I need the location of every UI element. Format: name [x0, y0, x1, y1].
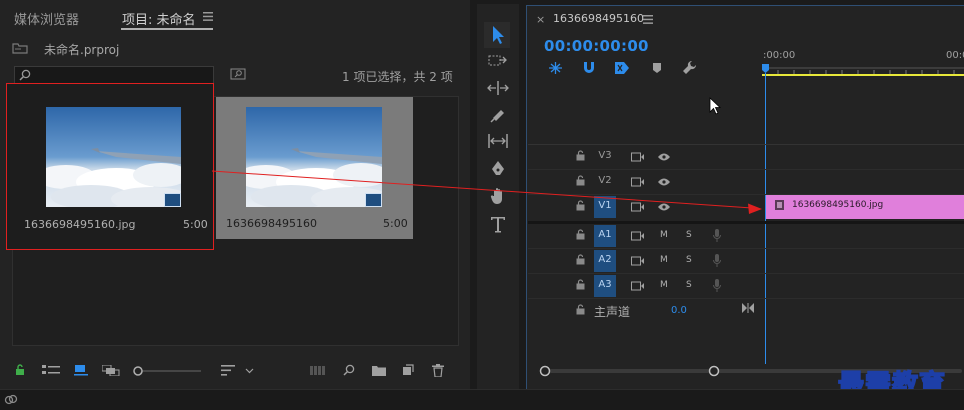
solo-button[interactable]: S: [686, 255, 692, 265]
lock-icon[interactable]: [576, 254, 585, 265]
search-icon: [19, 69, 31, 81]
track-v2: V2: [528, 170, 762, 194]
microphone-icon[interactable]: [713, 279, 721, 292]
track-select-tool-icon[interactable]: [488, 54, 508, 68]
lock-icon[interactable]: [576, 175, 585, 186]
pen-tool-icon[interactable]: [490, 160, 506, 178]
selection-tool-button[interactable]: [484, 22, 510, 48]
microphone-icon[interactable]: [713, 254, 721, 267]
sync-lock-icon[interactable]: [631, 281, 645, 291]
mute-button[interactable]: M: [660, 280, 668, 290]
track-a2: A2 M S: [528, 249, 762, 273]
sync-lock-icon[interactable]: [631, 152, 645, 162]
tools-panel: [477, 4, 519, 389]
lock-icon[interactable]: [576, 150, 585, 161]
solo-button[interactable]: S: [686, 280, 692, 290]
microphone-icon[interactable]: [713, 229, 721, 242]
project-item-1[interactable]: 1636698495160.jpg 5:00: [6, 83, 214, 250]
mouse-cursor-icon: [709, 97, 721, 115]
automate-to-sequence-icon[interactable]: [310, 366, 326, 375]
folder-up-icon[interactable]: [12, 42, 28, 54]
track-label[interactable]: V2: [594, 175, 616, 186]
eye-icon[interactable]: [657, 177, 671, 187]
project-item-duration: 5:00: [383, 217, 408, 230]
selection-status: 1 项已选择，共 2 项: [342, 70, 453, 84]
sequence-tab[interactable]: 1636698495160: [553, 12, 644, 25]
track-label[interactable]: A3: [594, 279, 616, 290]
lock-icon[interactable]: [576, 229, 585, 240]
find-icon[interactable]: [343, 364, 355, 376]
track-label[interactable]: V1: [594, 200, 616, 211]
hand-tool-icon[interactable]: [490, 187, 506, 205]
wrench-icon[interactable]: [682, 60, 698, 76]
project-item-name: 1636698495160: [226, 217, 317, 230]
lock-icon[interactable]: [576, 200, 585, 211]
sync-lock-icon[interactable]: [631, 256, 645, 266]
linked-selection-icon[interactable]: [614, 61, 630, 75]
ripple-edit-tool-icon[interactable]: [487, 81, 509, 95]
mute-button[interactable]: M: [660, 255, 668, 265]
thumbnail: [246, 107, 382, 207]
slip-tool-icon[interactable]: [487, 134, 509, 148]
sort-icon[interactable]: [221, 365, 235, 376]
tab-media-browser[interactable]: 媒体浏览器: [14, 9, 79, 28]
list-view-icon[interactable]: [42, 365, 60, 375]
track-a3: A3 M S: [528, 274, 762, 298]
delete-icon[interactable]: [432, 364, 444, 377]
tab-project-underline: [121, 28, 213, 30]
track-label[interactable]: A2: [594, 254, 616, 265]
sequence-type-icon: [365, 193, 382, 207]
tab-project[interactable]: 项目: 未命名: [122, 9, 196, 28]
track-master: 主声道 0.0: [528, 299, 762, 323]
razor-tool-icon[interactable]: [490, 107, 506, 123]
close-icon[interactable]: ×: [536, 13, 545, 26]
ruler-start-label: :00:00: [763, 50, 796, 61]
track-v3: V3: [528, 145, 762, 169]
chevron-down-icon[interactable]: [245, 368, 254, 374]
clip-name: 1636698495160.jpg: [792, 200, 884, 210]
new-item-icon[interactable]: [402, 364, 414, 376]
image-type-icon: [164, 193, 181, 207]
freeform-view-icon[interactable]: [102, 365, 120, 376]
zoom-slider[interactable]: [133, 365, 203, 377]
project-file-name: 未命名.prproj: [44, 43, 120, 57]
sync-lock-icon[interactable]: [631, 231, 645, 241]
master-label: 主声道: [594, 305, 631, 319]
panel-menu-icon[interactable]: [203, 12, 213, 21]
ruler-next-label: 00:00: [946, 50, 964, 61]
nest-toggle-icon[interactable]: [548, 61, 563, 75]
new-bin-icon[interactable]: [372, 365, 386, 376]
go-to-in-out-icon[interactable]: [742, 303, 754, 313]
icon-view-icon[interactable]: [74, 364, 88, 376]
creative-cloud-icon[interactable]: [4, 393, 18, 405]
add-marker-icon[interactable]: [652, 62, 662, 74]
track-a1: A1 M S: [528, 224, 762, 248]
thumbnail: [46, 107, 181, 207]
mute-button[interactable]: M: [660, 230, 668, 240]
project-item-duration: 5:00: [183, 218, 208, 231]
master-volume[interactable]: 0.0: [671, 305, 687, 316]
solo-button[interactable]: S: [686, 230, 692, 240]
track-label[interactable]: A1: [594, 229, 616, 240]
project-item-2[interactable]: 1636698495160 5:00: [216, 97, 413, 239]
type-tool-icon[interactable]: [490, 215, 506, 233]
status-bar: [0, 389, 964, 410]
timeline-menu-icon[interactable]: [643, 15, 653, 24]
eye-icon[interactable]: [657, 152, 671, 162]
snap-icon[interactable]: [582, 61, 596, 75]
track-v1: V1: [528, 195, 762, 219]
eye-icon[interactable]: [657, 202, 671, 212]
find-bin-icon[interactable]: [230, 68, 246, 80]
project-item-name: 1636698495160.jpg: [24, 218, 136, 231]
track-label[interactable]: V3: [594, 150, 616, 161]
project-panel: 媒体浏览器 项目: 未命名 未命名.prproj 1 项已选择，共 2 项 16…: [0, 0, 470, 389]
sync-lock-icon[interactable]: [631, 177, 645, 187]
fx-badge-icon: [775, 200, 784, 210]
lock-icon[interactable]: [576, 304, 585, 315]
timecode-display[interactable]: 00:00:00:00: [544, 37, 649, 55]
timeline-clip[interactable]: 1636698495160.jpg: [766, 195, 964, 219]
lock-icon[interactable]: [15, 364, 25, 376]
sync-lock-icon[interactable]: [631, 202, 645, 212]
lock-icon[interactable]: [576, 279, 585, 290]
